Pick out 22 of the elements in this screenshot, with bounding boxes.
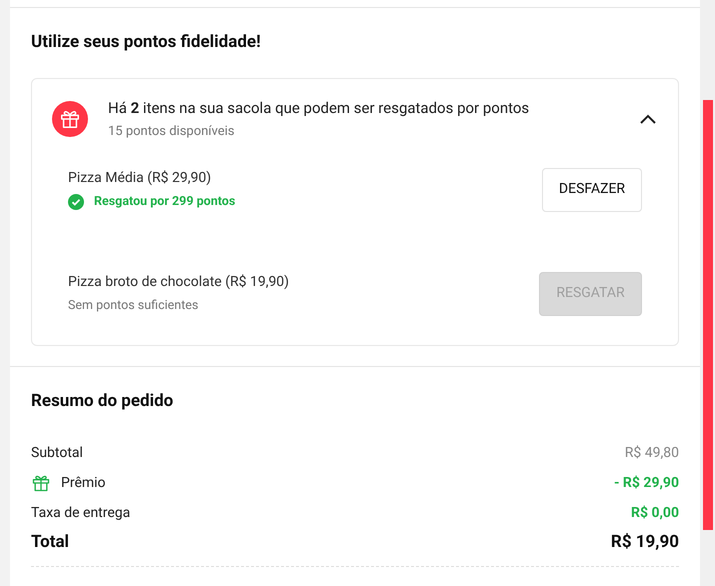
scrollbar-thumb[interactable] — [703, 100, 713, 530]
summary-label: Subtotal — [31, 444, 83, 462]
summary-label: Prêmio — [61, 474, 106, 492]
summary-label: Total — [31, 531, 70, 554]
item-status: Resgatou por 299 pontos — [94, 192, 236, 211]
summary-value: R$ 49,80 — [624, 444, 679, 462]
summary-value: R$ 0,00 — [630, 504, 679, 522]
summary-value: R$ 19,90 — [610, 531, 679, 554]
chevron-up-icon[interactable] — [640, 114, 656, 124]
section-title: Resumo do pedido — [31, 390, 174, 412]
gift-icon — [59, 108, 81, 130]
section-title: Utilize seus pontos fidelidade! — [31, 31, 262, 54]
check-circle-icon — [68, 194, 84, 210]
summary-value: - R$ 29,90 — [614, 474, 679, 492]
banner-message: Há 2 itens na sua sacola que podem ser resgatados por pontos — [108, 98, 530, 118]
item-status: Sem pontos suficientes — [68, 296, 198, 315]
gift-icon — [31, 473, 51, 493]
summary-label: Taxa de entrega — [31, 504, 130, 522]
item-name: Pizza Média (R$ 29,90) — [68, 168, 212, 188]
item-name: Pizza broto de chocolate (R$ 19,90) — [68, 272, 290, 292]
points-available: 15 pontos disponíveis — [108, 123, 236, 141]
undo-button[interactable]: DESFAZER — [542, 168, 642, 212]
